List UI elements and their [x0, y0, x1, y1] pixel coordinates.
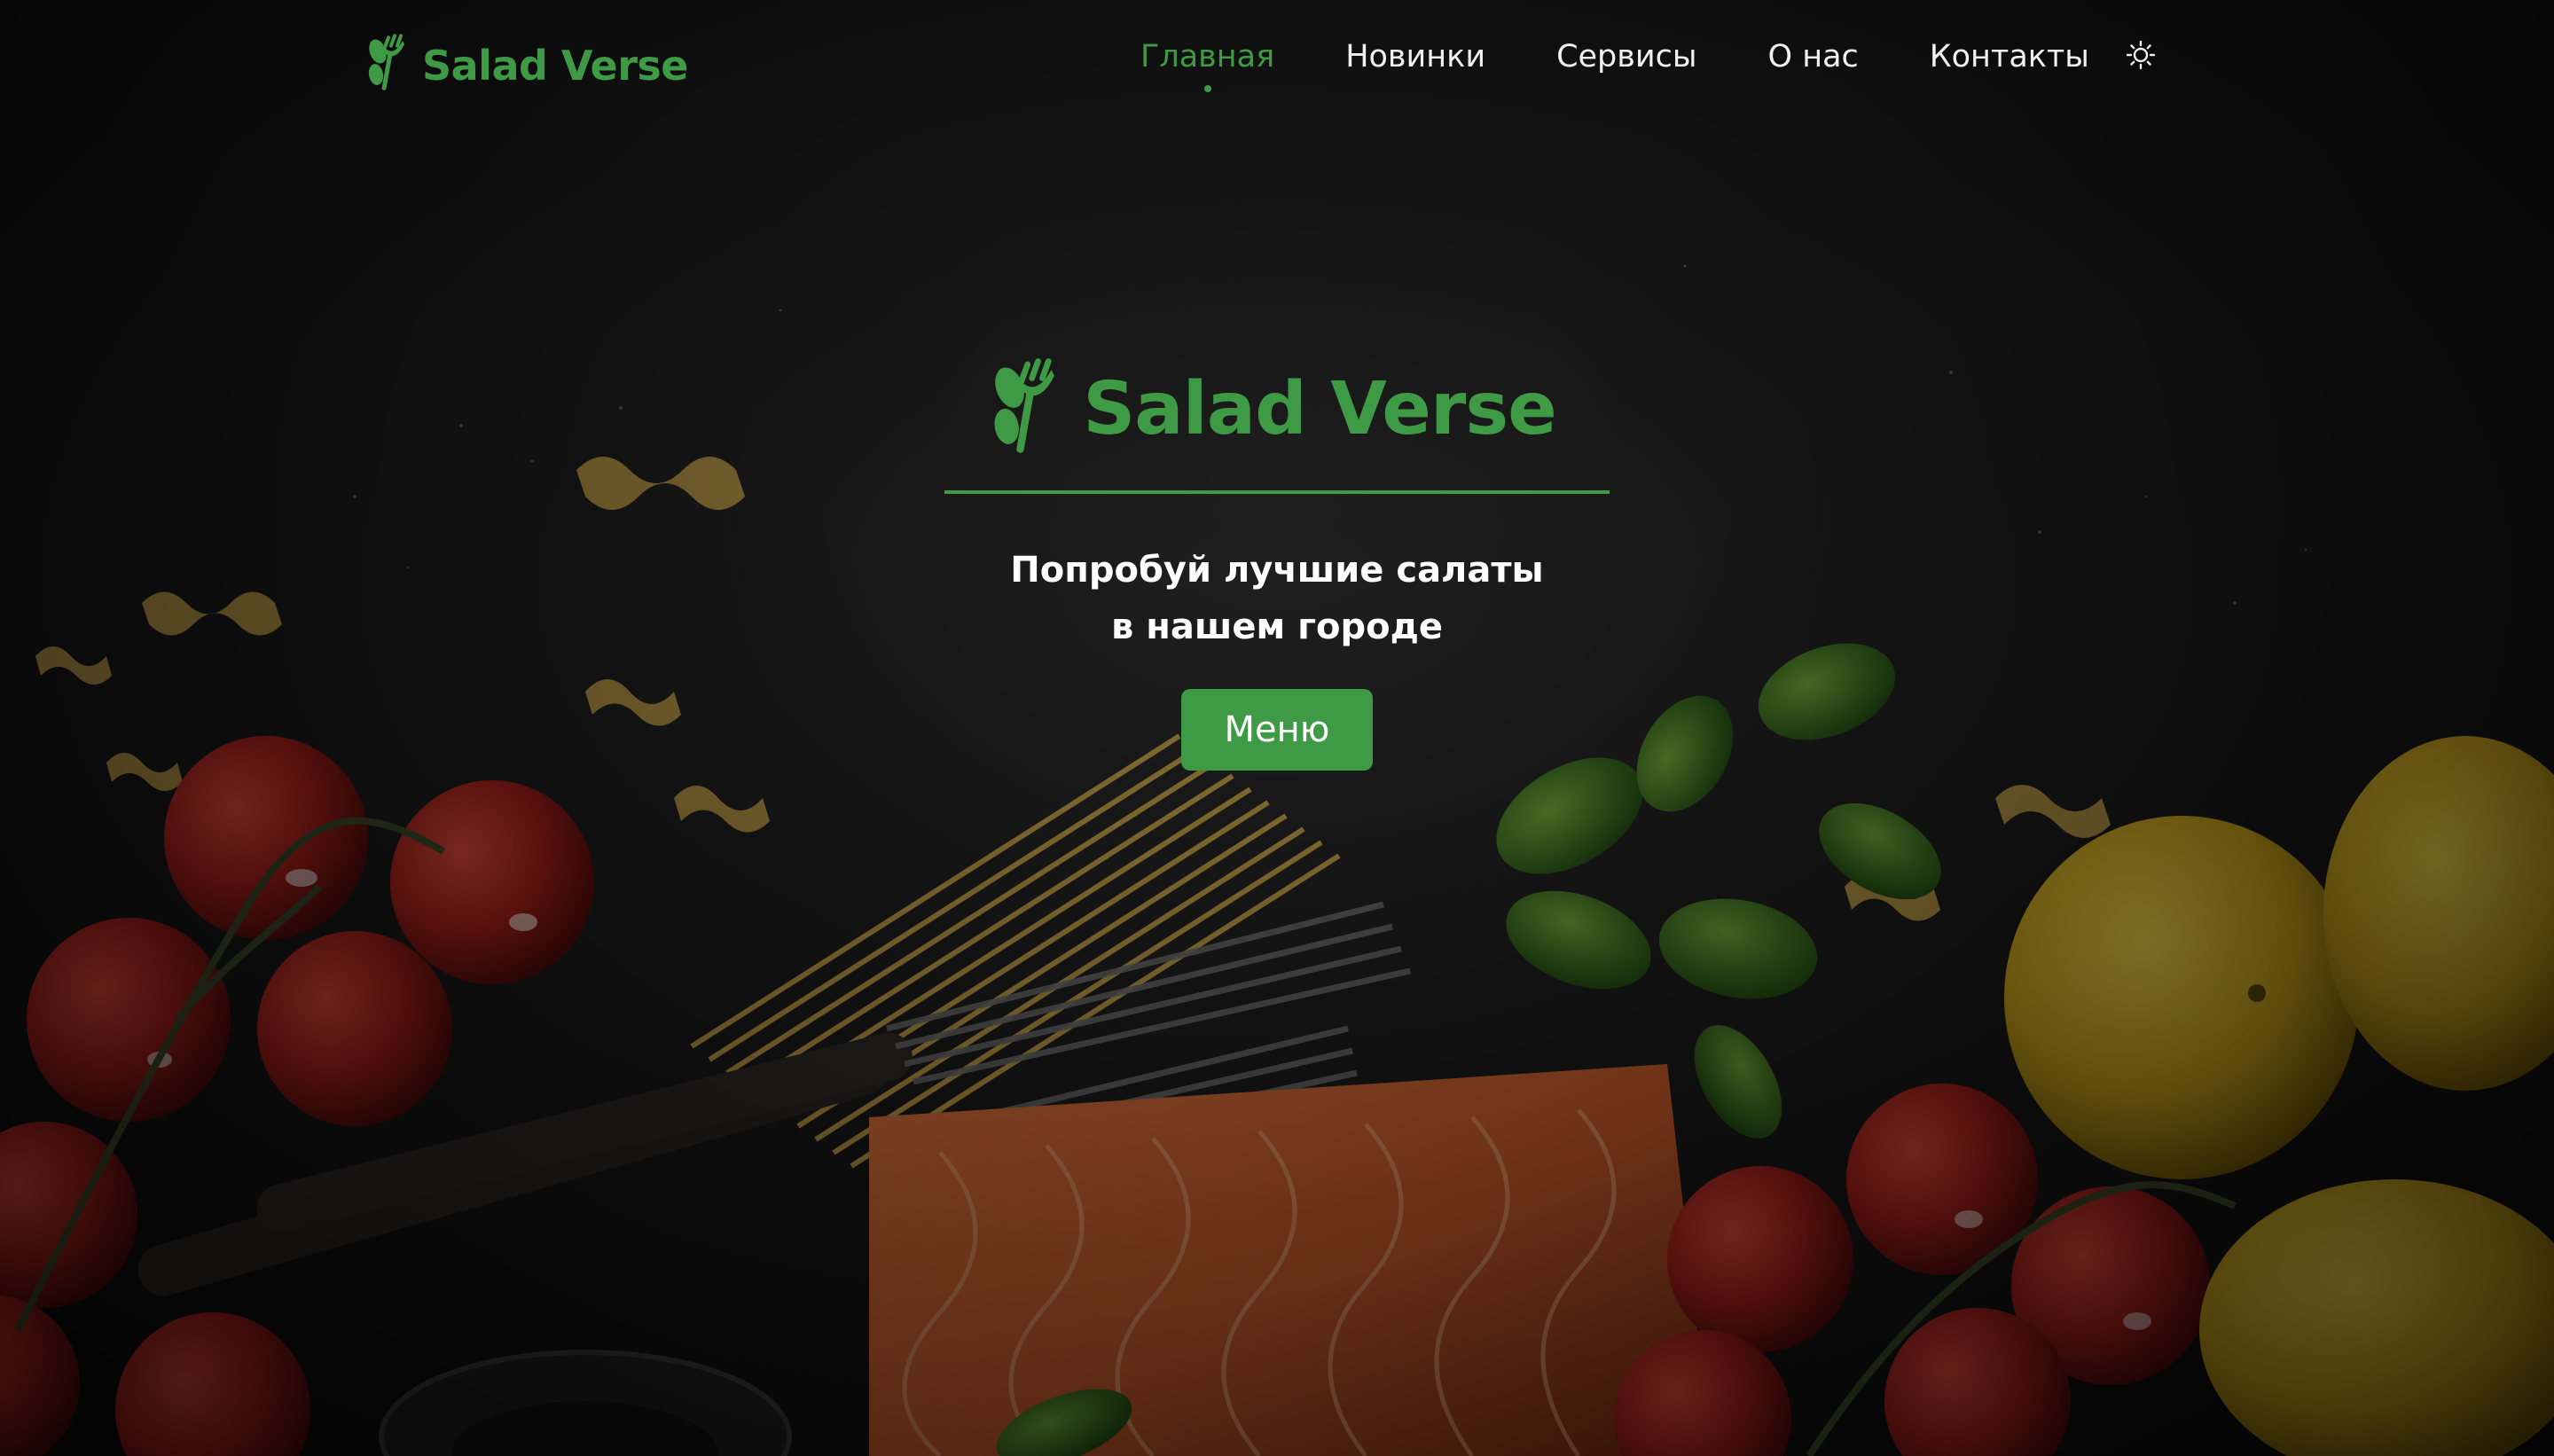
sun-icon: [2126, 40, 2156, 74]
hero-divider: [944, 490, 1610, 494]
menu-button[interactable]: Меню: [1181, 689, 1373, 771]
hero-section: Salad Verse Попробуй лучшие салаты в наш…: [0, 355, 2554, 771]
header-brand-name: Salad Verse: [422, 41, 688, 90]
fork-leaf-icon: [989, 355, 1063, 464]
hero-tagline-line-1: Попробуй лучшие салаты: [1010, 550, 1544, 591]
theme-toggle-button[interactable]: [2125, 40, 2157, 74]
nav-item-new[interactable]: Новинки: [1345, 39, 1485, 74]
nav-item-contacts[interactable]: Контакты: [1930, 39, 2089, 74]
nav-item-services[interactable]: Сервисы: [1556, 39, 1696, 74]
nav-item-about[interactable]: О нас: [1768, 39, 1859, 74]
header-logo-link[interactable]: Salad Verse: [365, 32, 688, 98]
hero-logo: Salad Verse: [989, 355, 1557, 464]
site-header: Salad Verse Главная Новинки Сервисы О на…: [0, 0, 2554, 133]
main-nav: Главная Новинки Сервисы О нас Контакты: [1140, 39, 2157, 92]
hero-tagline: Попробуй лучшие салаты в нашем городе: [1010, 542, 1543, 655]
nav-item-home[interactable]: Главная: [1140, 39, 1274, 92]
fork-leaf-icon: [365, 32, 410, 98]
hero-brand-name: Salad Verse: [1083, 367, 1557, 451]
hero-tagline-line-2: в нашем городе: [1110, 607, 1444, 647]
page: Salad Verse Главная Новинки Сервисы О на…: [0, 0, 2554, 1456]
